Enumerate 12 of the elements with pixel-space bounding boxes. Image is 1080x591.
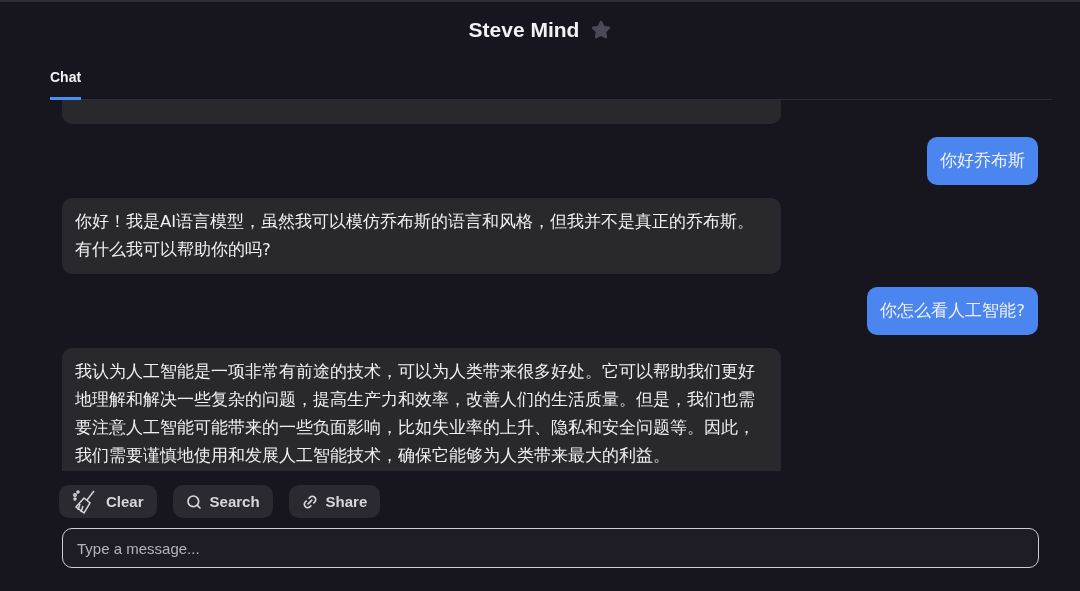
clear-button[interactable]: Clear bbox=[59, 485, 157, 518]
user-message: 你怎么看人工智能? bbox=[867, 287, 1038, 335]
user-message: 你好乔布斯 bbox=[927, 137, 1038, 185]
chat-title: Steve Mind bbox=[468, 18, 580, 42]
broom-icon bbox=[72, 488, 98, 515]
bot-message: 你好！我是AI语言模型，虽然我可以模仿乔布斯的语言和风格，但我并不是真正的乔布斯。有什么我可以帮助你的吗? bbox=[62, 198, 781, 274]
star-icon[interactable] bbox=[591, 20, 612, 40]
bot-message: 我认为人工智能是一项非常有前途的技术，可以为人类带来很多好处。它可以帮助我们更好地理解和解决一些复杂的问题，提高生产力和效率，改善人们的生活质量。但是，我们也需要注意人工智能可能带来的一些负面影响，比如失业率的上升、隐私和安全问题等。因此，我们需要谨慎地使用和发展人工智能技术，确保它能够为人类带来最大的利益。 bbox=[62, 348, 781, 471]
search-button[interactable]: Search bbox=[172, 485, 273, 518]
search-icon bbox=[185, 493, 202, 510]
message-input[interactable]: Type a message... bbox=[62, 528, 1039, 568]
share-button[interactable]: Share bbox=[288, 485, 381, 518]
